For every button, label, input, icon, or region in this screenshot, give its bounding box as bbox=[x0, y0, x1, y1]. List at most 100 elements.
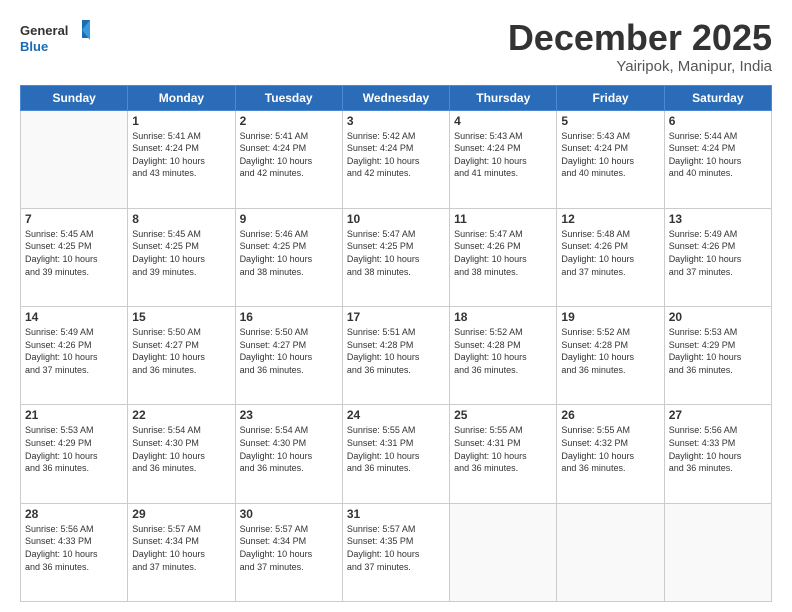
day-number: 12 bbox=[561, 212, 659, 226]
main-title: December 2025 bbox=[508, 18, 772, 58]
calendar-cell: 23 Sunrise: 5:54 AM Sunset: 4:30 PM Dayli… bbox=[235, 405, 342, 503]
calendar-cell: 28 Sunrise: 5:56 AM Sunset: 4:33 PM Dayli… bbox=[21, 503, 128, 601]
day-info: Sunrise: 5:57 AM Sunset: 4:35 PM Dayligh… bbox=[347, 523, 445, 573]
day-info: Sunrise: 5:48 AM Sunset: 4:26 PM Dayligh… bbox=[561, 228, 659, 278]
day-number: 5 bbox=[561, 114, 659, 128]
day-number: 1 bbox=[132, 114, 230, 128]
calendar-cell: 3 Sunrise: 5:42 AM Sunset: 4:24 PM Daylig… bbox=[342, 110, 449, 208]
calendar-cell: 1 Sunrise: 5:41 AM Sunset: 4:24 PM Daylig… bbox=[128, 110, 235, 208]
day-number: 14 bbox=[25, 310, 123, 324]
calendar-cell: 21 Sunrise: 5:53 AM Sunset: 4:29 PM Dayli… bbox=[21, 405, 128, 503]
day-number: 17 bbox=[347, 310, 445, 324]
day-info: Sunrise: 5:51 AM Sunset: 4:28 PM Dayligh… bbox=[347, 326, 445, 376]
day-info: Sunrise: 5:47 AM Sunset: 4:25 PM Dayligh… bbox=[347, 228, 445, 278]
calendar-week-1: 1 Sunrise: 5:41 AM Sunset: 4:24 PM Daylig… bbox=[21, 110, 772, 208]
day-info: Sunrise: 5:45 AM Sunset: 4:25 PM Dayligh… bbox=[132, 228, 230, 278]
calendar-cell bbox=[557, 503, 664, 601]
calendar-header-thursday: Thursday bbox=[450, 85, 557, 110]
day-number: 22 bbox=[132, 408, 230, 422]
calendar-cell: 22 Sunrise: 5:54 AM Sunset: 4:30 PM Dayli… bbox=[128, 405, 235, 503]
calendar-cell: 24 Sunrise: 5:55 AM Sunset: 4:31 PM Dayli… bbox=[342, 405, 449, 503]
calendar-cell: 18 Sunrise: 5:52 AM Sunset: 4:28 PM Dayli… bbox=[450, 307, 557, 405]
calendar-cell: 11Sunrise: 5:47 AM Sunset: 4:26 PM Dayli… bbox=[450, 208, 557, 306]
calendar-cell: 14 Sunrise: 5:49 AM Sunset: 4:26 PM Dayli… bbox=[21, 307, 128, 405]
calendar-cell: 10 Sunrise: 5:47 AM Sunset: 4:25 PM Dayli… bbox=[342, 208, 449, 306]
calendar-cell: 26 Sunrise: 5:55 AM Sunset: 4:32 PM Dayli… bbox=[557, 405, 664, 503]
calendar-header-wednesday: Wednesday bbox=[342, 85, 449, 110]
logo: General Blue bbox=[20, 18, 90, 58]
header: General Blue December 2025 Yairipok, Man… bbox=[20, 18, 772, 75]
day-info: Sunrise: 5:49 AM Sunset: 4:26 PM Dayligh… bbox=[25, 326, 123, 376]
day-info: Sunrise: 5:54 AM Sunset: 4:30 PM Dayligh… bbox=[132, 424, 230, 474]
day-info: Sunrise: 5:42 AM Sunset: 4:24 PM Dayligh… bbox=[347, 130, 445, 180]
calendar-header-friday: Friday bbox=[557, 85, 664, 110]
day-number: 16 bbox=[240, 310, 338, 324]
day-number: 15 bbox=[132, 310, 230, 324]
day-info: Sunrise: 5:46 AM Sunset: 4:25 PM Dayligh… bbox=[240, 228, 338, 278]
day-number: 3 bbox=[347, 114, 445, 128]
day-number: 24 bbox=[347, 408, 445, 422]
day-number: 29 bbox=[132, 507, 230, 521]
day-info: Sunrise: 5:57 AM Sunset: 4:34 PM Dayligh… bbox=[132, 523, 230, 573]
day-number: 13 bbox=[669, 212, 767, 226]
calendar-cell: 29 Sunrise: 5:57 AM Sunset: 4:34 PM Dayli… bbox=[128, 503, 235, 601]
calendar-cell: 17 Sunrise: 5:51 AM Sunset: 4:28 PM Dayli… bbox=[342, 307, 449, 405]
day-info: Sunrise: 5:50 AM Sunset: 4:27 PM Dayligh… bbox=[132, 326, 230, 376]
day-number: 23 bbox=[240, 408, 338, 422]
day-info: Sunrise: 5:56 AM Sunset: 4:33 PM Dayligh… bbox=[25, 523, 123, 573]
day-number: 11 bbox=[454, 212, 552, 226]
calendar-cell: 16 Sunrise: 5:50 AM Sunset: 4:27 PM Dayli… bbox=[235, 307, 342, 405]
calendar-cell: 30Sunrise: 5:57 AM Sunset: 4:34 PM Dayli… bbox=[235, 503, 342, 601]
day-info: Sunrise: 5:44 AM Sunset: 4:24 PM Dayligh… bbox=[669, 130, 767, 180]
day-info: Sunrise: 5:55 AM Sunset: 4:31 PM Dayligh… bbox=[454, 424, 552, 474]
day-number: 25 bbox=[454, 408, 552, 422]
calendar-cell: 9 Sunrise: 5:46 AM Sunset: 4:25 PM Daylig… bbox=[235, 208, 342, 306]
day-number: 26 bbox=[561, 408, 659, 422]
day-info: Sunrise: 5:54 AM Sunset: 4:30 PM Dayligh… bbox=[240, 424, 338, 474]
calendar-week-5: 28 Sunrise: 5:56 AM Sunset: 4:33 PM Dayli… bbox=[21, 503, 772, 601]
day-number: 4 bbox=[454, 114, 552, 128]
calendar-cell: 15 Sunrise: 5:50 AM Sunset: 4:27 PM Dayli… bbox=[128, 307, 235, 405]
day-number: 28 bbox=[25, 507, 123, 521]
calendar-cell: 4 Sunrise: 5:43 AM Sunset: 4:24 PM Daylig… bbox=[450, 110, 557, 208]
day-info: Sunrise: 5:53 AM Sunset: 4:29 PM Dayligh… bbox=[25, 424, 123, 474]
calendar-week-3: 14 Sunrise: 5:49 AM Sunset: 4:26 PM Dayli… bbox=[21, 307, 772, 405]
day-number: 10 bbox=[347, 212, 445, 226]
page: General Blue December 2025 Yairipok, Man… bbox=[0, 0, 792, 612]
day-info: Sunrise: 5:55 AM Sunset: 4:31 PM Dayligh… bbox=[347, 424, 445, 474]
day-number: 8 bbox=[132, 212, 230, 226]
calendar-cell bbox=[664, 503, 771, 601]
day-info: Sunrise: 5:43 AM Sunset: 4:24 PM Dayligh… bbox=[561, 130, 659, 180]
calendar-cell: 7Sunrise: 5:45 AM Sunset: 4:25 PM Daylig… bbox=[21, 208, 128, 306]
day-info: Sunrise: 5:52 AM Sunset: 4:28 PM Dayligh… bbox=[454, 326, 552, 376]
calendar-week-4: 21 Sunrise: 5:53 AM Sunset: 4:29 PM Dayli… bbox=[21, 405, 772, 503]
calendar-cell: 5 Sunrise: 5:43 AM Sunset: 4:24 PM Daylig… bbox=[557, 110, 664, 208]
title-block: December 2025 Yairipok, Manipur, India bbox=[508, 18, 772, 75]
day-info: Sunrise: 5:41 AM Sunset: 4:24 PM Dayligh… bbox=[240, 130, 338, 180]
day-number: 21 bbox=[25, 408, 123, 422]
day-info: Sunrise: 5:41 AM Sunset: 4:24 PM Dayligh… bbox=[132, 130, 230, 180]
day-info: Sunrise: 5:49 AM Sunset: 4:26 PM Dayligh… bbox=[669, 228, 767, 278]
calendar-header-monday: Monday bbox=[128, 85, 235, 110]
svg-text:General: General bbox=[20, 23, 68, 38]
calendar-table: SundayMondayTuesdayWednesdayThursdayFrid… bbox=[20, 85, 772, 602]
day-info: Sunrise: 5:43 AM Sunset: 4:24 PM Dayligh… bbox=[454, 130, 552, 180]
calendar-cell: 20Sunrise: 5:53 AM Sunset: 4:29 PM Dayli… bbox=[664, 307, 771, 405]
calendar-cell: 12 Sunrise: 5:48 AM Sunset: 4:26 PM Dayli… bbox=[557, 208, 664, 306]
calendar-cell: 6Sunrise: 5:44 AM Sunset: 4:24 PM Daylig… bbox=[664, 110, 771, 208]
day-number: 19 bbox=[561, 310, 659, 324]
day-number: 9 bbox=[240, 212, 338, 226]
day-number: 7 bbox=[25, 212, 123, 226]
day-number: 18 bbox=[454, 310, 552, 324]
day-info: Sunrise: 5:55 AM Sunset: 4:32 PM Dayligh… bbox=[561, 424, 659, 474]
day-number: 20 bbox=[669, 310, 767, 324]
calendar-header-saturday: Saturday bbox=[664, 85, 771, 110]
day-number: 2 bbox=[240, 114, 338, 128]
calendar-cell bbox=[450, 503, 557, 601]
calendar-cell: 13 Sunrise: 5:49 AM Sunset: 4:26 PM Dayli… bbox=[664, 208, 771, 306]
calendar-header-sunday: Sunday bbox=[21, 85, 128, 110]
calendar-cell: 25 Sunrise: 5:55 AM Sunset: 4:31 PM Dayli… bbox=[450, 405, 557, 503]
day-info: Sunrise: 5:50 AM Sunset: 4:27 PM Dayligh… bbox=[240, 326, 338, 376]
calendar-cell: 27Sunrise: 5:56 AM Sunset: 4:33 PM Dayli… bbox=[664, 405, 771, 503]
svg-text:Blue: Blue bbox=[20, 39, 48, 54]
